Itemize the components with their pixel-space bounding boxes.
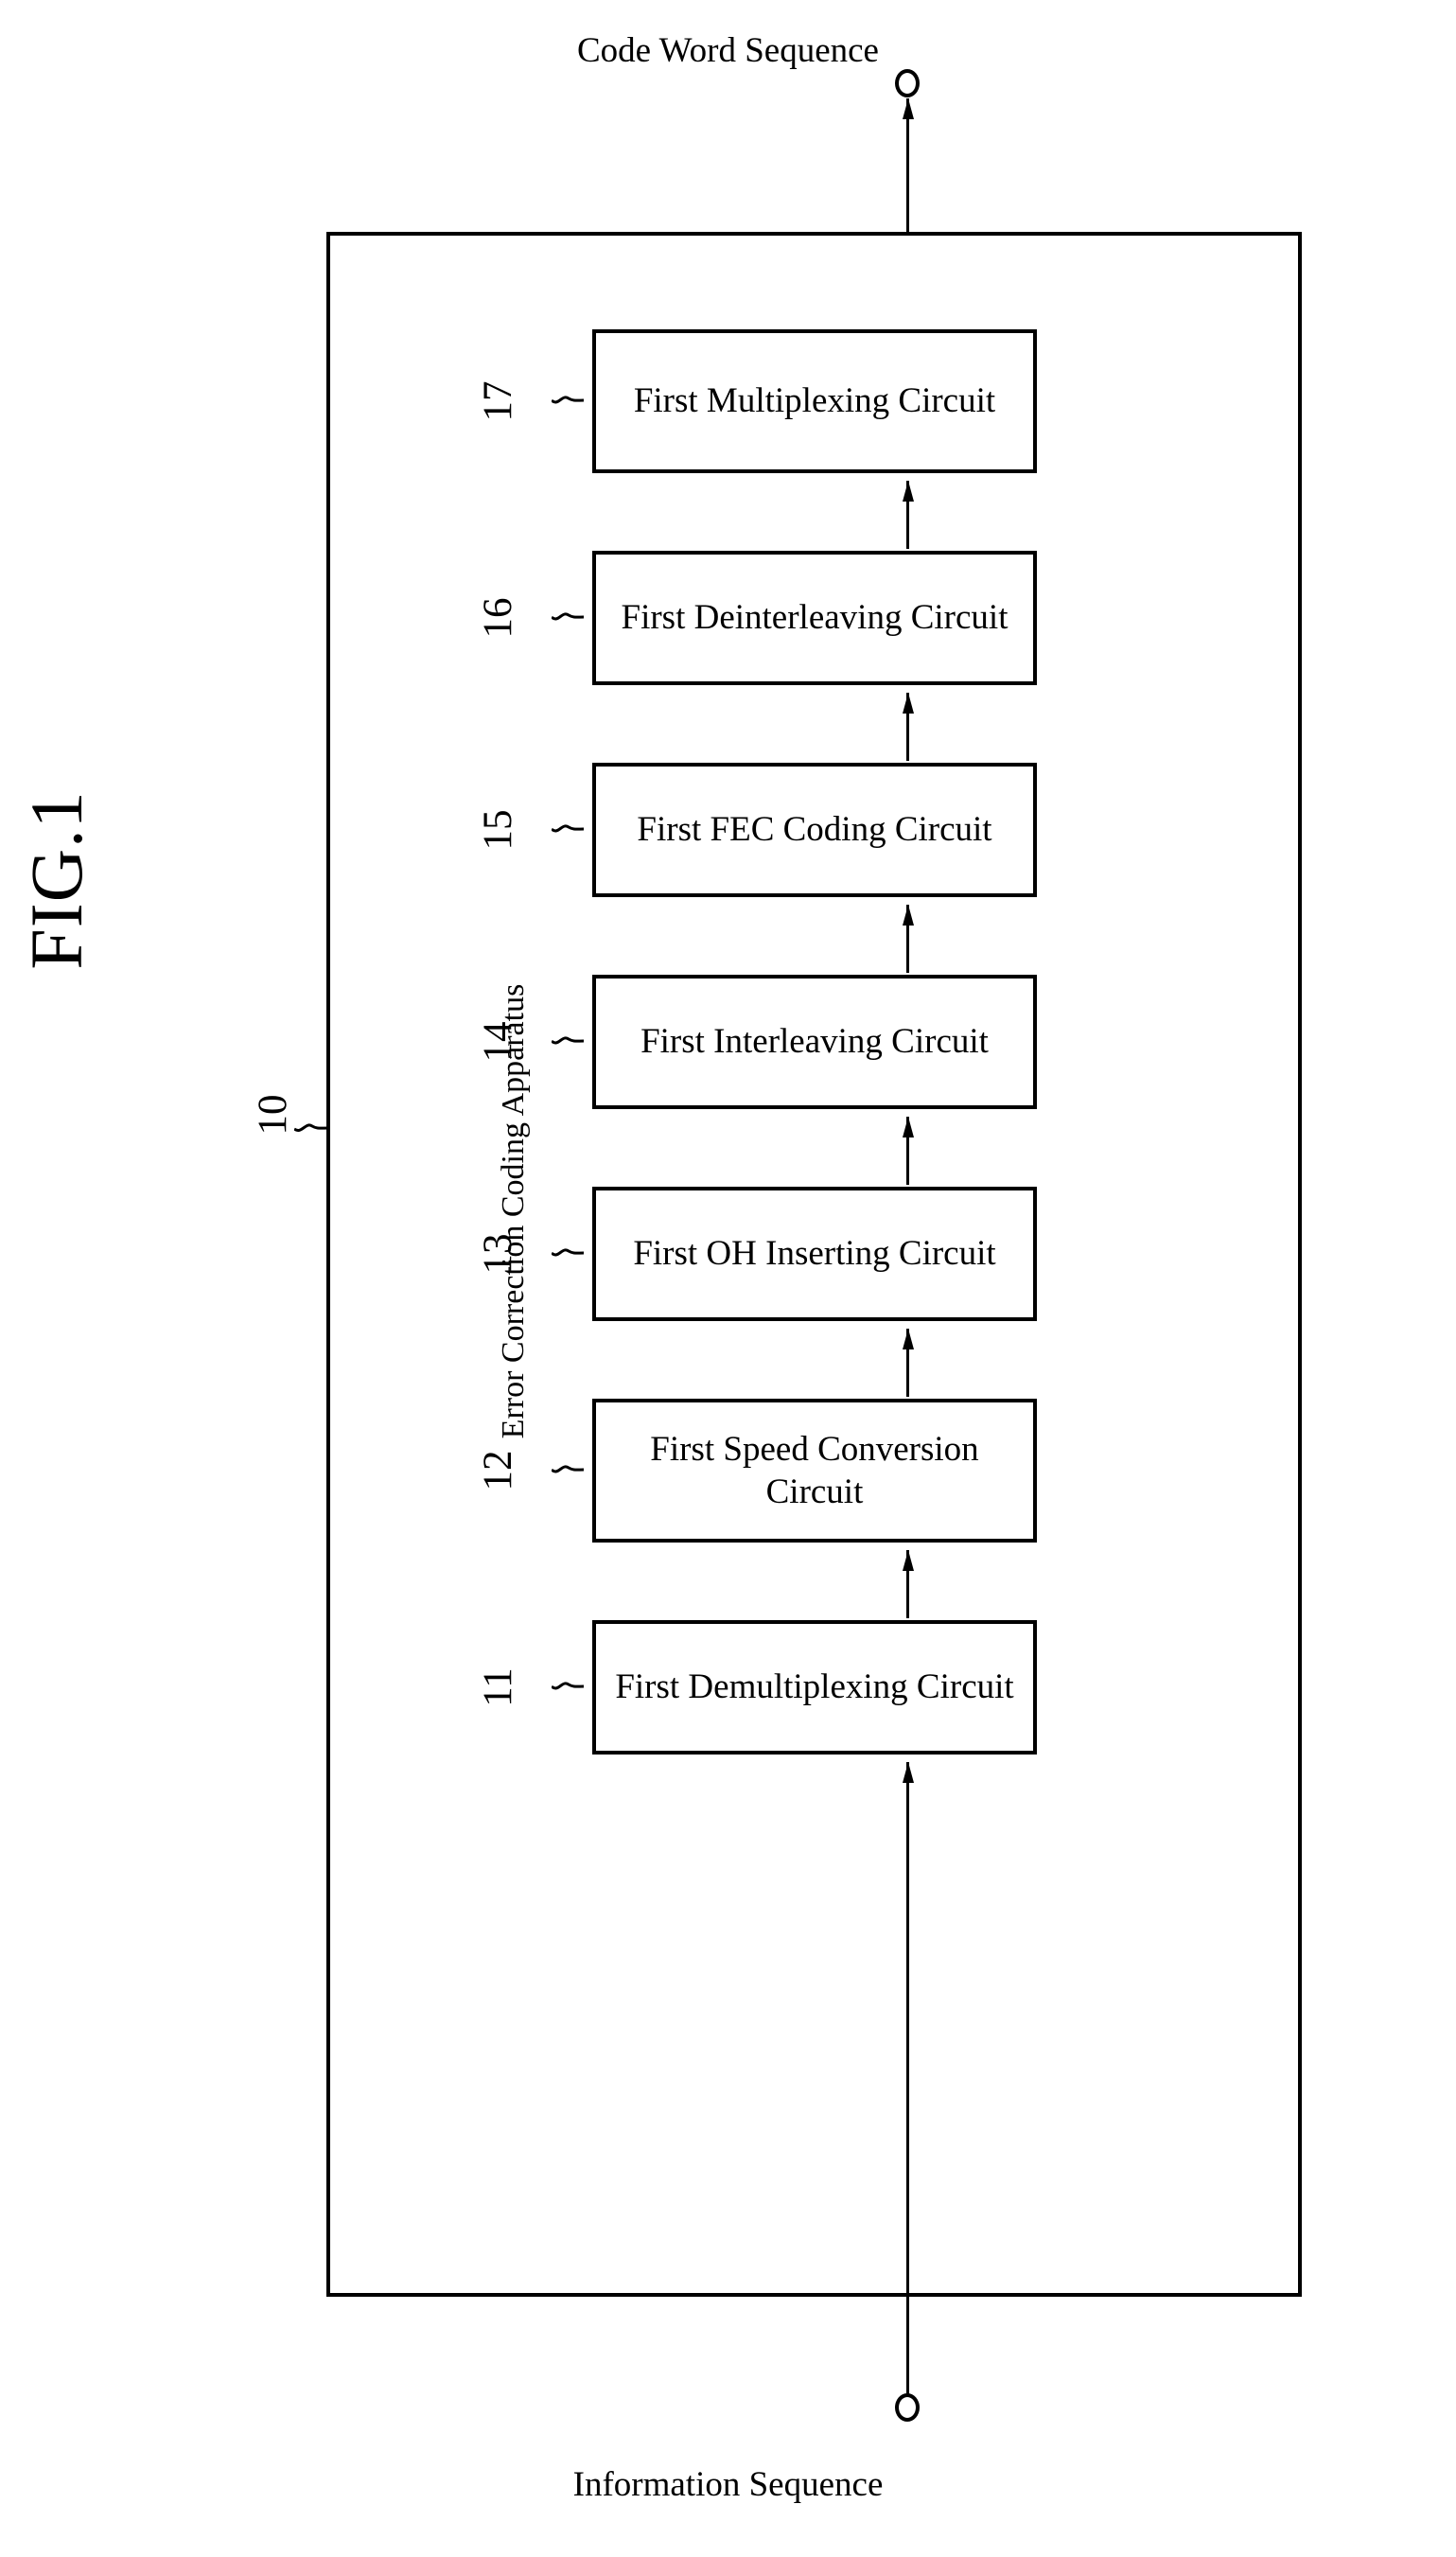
reference-numeral-12: 12 (475, 1450, 520, 1491)
connector-13-to-14 (903, 1117, 914, 1185)
arrow-shaft (906, 1329, 909, 1397)
leader-line-13 (552, 1248, 584, 1257)
connector-output-to-terminal (903, 98, 914, 233)
connector-14-to-15 (903, 905, 914, 973)
figure-label: FIG.1 (15, 790, 97, 970)
arrow-shaft (906, 1550, 909, 1618)
block-label: First FEC Coding Circuit (637, 810, 992, 850)
arrow-shaft (906, 1762, 909, 2394)
arrow-shaft (906, 481, 909, 549)
arrow-shaft (906, 693, 909, 761)
input-signal-label: Information Sequence (572, 2465, 884, 2504)
connector-15-to-16 (903, 693, 914, 761)
block-label: First Demultiplexing Circuit (615, 1667, 1014, 1707)
block-label: First OH Inserting Circuit (633, 1234, 996, 1274)
leader-line-14 (552, 1036, 584, 1045)
arrow-shaft (906, 1117, 909, 1185)
block-first-fec-coding-circuit[interactable]: First FEC Coding Circuit (592, 763, 1037, 897)
block-label: First Multiplexing Circuit (633, 381, 996, 421)
leader-line-12 (552, 1465, 584, 1473)
block-first-interleaving-circuit[interactable]: First Interleaving Circuit (592, 975, 1037, 1109)
connector-12-to-13 (903, 1329, 914, 1397)
leader-line-17 (552, 396, 584, 404)
reference-numeral-14: 14 (475, 1021, 520, 1063)
arrow-shaft (906, 98, 909, 233)
reference-numeral-15: 15 (475, 809, 520, 851)
reference-numeral-11: 11 (475, 1667, 520, 1707)
input-terminal-circle-icon (895, 2393, 920, 2422)
leader-line-11 (552, 1682, 584, 1690)
leader-line-16 (552, 612, 584, 621)
block-label: First Deinterleaving Circuit (621, 598, 1009, 638)
block-first-deinterleaving-circuit[interactable]: First Deinterleaving Circuit (592, 551, 1037, 685)
block-label-wrapper: First Speed Conversion Circuit (650, 1428, 978, 1513)
connector-11-to-12 (903, 1550, 914, 1618)
block-first-demultiplexing-circuit[interactable]: First Demultiplexing Circuit (592, 1620, 1037, 1755)
patent-figure-page: FIG.1 Code Word Sequence Error Correctio… (0, 0, 1456, 2557)
reference-numeral-17: 17 (475, 380, 520, 422)
block-first-speed-conversion-circuit[interactable]: First Speed Conversion Circuit (592, 1399, 1037, 1543)
reference-numeral-13: 13 (475, 1233, 520, 1275)
leader-line-15 (552, 824, 584, 833)
output-terminal-circle-icon (895, 69, 920, 97)
block-label: First Interleaving Circuit (640, 1022, 989, 1062)
block-label-line-1: First Speed Conversion (650, 1429, 979, 1469)
block-label-line-2: Circuit (765, 1472, 864, 1511)
output-signal-label: Code Word Sequence (577, 31, 879, 70)
connector-input-to-11 (903, 1762, 914, 2394)
arrow-shaft (906, 905, 909, 973)
block-first-multiplexing-circuit[interactable]: First Multiplexing Circuit (592, 329, 1037, 473)
block-first-oh-inserting-circuit[interactable]: First OH Inserting Circuit (592, 1187, 1037, 1321)
connector-16-to-17 (903, 481, 914, 549)
leader-line-10 (294, 1123, 328, 1132)
reference-numeral-16: 16 (475, 597, 520, 639)
